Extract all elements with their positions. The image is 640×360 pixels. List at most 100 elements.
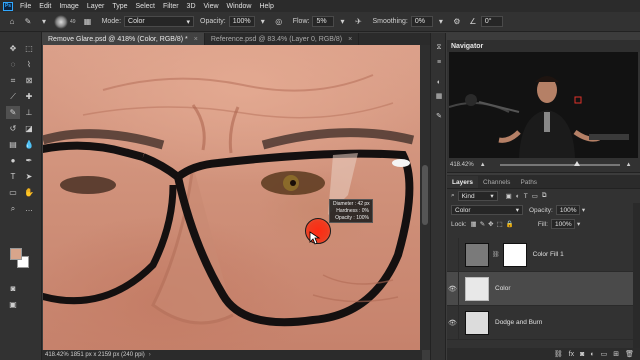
hand-tool-icon[interactable]: ✋ — [22, 186, 36, 199]
layer-style-icon[interactable]: fx — [569, 351, 574, 358]
kind-filter-dropdown[interactable]: Kind ▾ — [457, 191, 498, 201]
visibility-hidden-icon[interactable] — [447, 237, 459, 272]
zoom-out-icon[interactable]: ▲ — [480, 162, 486, 168]
history-brush-tool-icon[interactable]: ↺ — [6, 122, 20, 135]
chevron-down-icon[interactable]: ▾ — [38, 16, 50, 28]
foreground-color-swatch[interactable] — [10, 248, 22, 260]
home-icon[interactable]: ⌂ — [6, 16, 18, 28]
zoom-slider[interactable] — [499, 161, 620, 166]
layer-opacity-field[interactable]: 100% — [555, 205, 580, 215]
layer-row[interactable]: 👁 Dodge and Burn — [447, 305, 633, 340]
fill-field[interactable]: 100% — [550, 219, 575, 229]
navigator-zoom-value[interactable]: 418.42% — [450, 162, 474, 168]
quick-mask-icon[interactable]: ◙ — [6, 282, 20, 295]
airbrush-icon[interactable]: ✈ — [352, 16, 364, 28]
tab-reference[interactable]: Reference.psd @ 83.4% (Layer 0, RGB/8) × — [204, 33, 360, 45]
navigator-title[interactable]: Navigator — [447, 40, 640, 52]
menu-window[interactable]: Window — [223, 3, 256, 10]
menu-layer[interactable]: Layer — [83, 3, 109, 10]
properties-icon[interactable]: ≡ — [434, 57, 444, 67]
eyedropper-tool-icon[interactable]: ⟋ — [6, 90, 20, 103]
screen-mode-icon[interactable]: ▣ — [6, 298, 20, 311]
crop-tool-icon[interactable]: ⌗ — [6, 74, 20, 87]
lock-pixels-icon[interactable]: ✎ — [480, 220, 485, 228]
frame-tool-icon[interactable]: ⊠ — [22, 74, 36, 87]
type-tool-icon[interactable]: T — [6, 170, 20, 183]
lock-artboard-icon[interactable]: ⬚ — [497, 220, 503, 228]
lock-transparency-icon[interactable]: ▦ — [471, 220, 477, 228]
blur-tool-icon[interactable]: 💧 — [22, 138, 36, 151]
chevron-down-icon[interactable]: ▾ — [257, 16, 269, 28]
pressure-opacity-icon[interactable]: ◎ — [273, 16, 285, 28]
close-icon[interactable]: × — [194, 36, 198, 43]
artboard-tool-icon[interactable]: ⬚ — [22, 42, 36, 55]
pen-tool-icon[interactable]: ✒ — [22, 154, 36, 167]
chevron-down-icon[interactable]: ▾ — [435, 16, 447, 28]
menu-select[interactable]: Select — [132, 3, 159, 10]
filter-smart-object-icon[interactable]: ⧉ — [542, 192, 547, 200]
mode-dropdown[interactable]: Color ▾ — [124, 16, 195, 27]
dodge-tool-icon[interactable]: ● — [6, 154, 20, 167]
filter-adjustment-icon[interactable]: ◐ — [516, 193, 520, 200]
menu-filter[interactable]: Filter — [159, 3, 183, 10]
menu-3d[interactable]: 3D — [183, 3, 200, 10]
layer-row[interactable]: ⛓ Color Fill 1 — [447, 237, 633, 272]
layer-name[interactable]: Dodge and Burn — [495, 319, 542, 326]
menu-image[interactable]: Image — [55, 3, 82, 10]
lock-position-icon[interactable]: ✥ — [488, 220, 493, 228]
add-mask-icon[interactable]: ◙ — [580, 351, 584, 358]
filter-shape-icon[interactable]: ▭ — [532, 192, 538, 200]
brush-preset-picker[interactable] — [54, 14, 68, 29]
swatches-icon[interactable]: ▦ — [434, 91, 444, 101]
navigator-preview[interactable] — [449, 52, 638, 158]
eye-icon[interactable]: 👁 — [447, 305, 459, 340]
scroll-thumb[interactable] — [422, 165, 428, 225]
menu-help[interactable]: Help — [255, 3, 277, 10]
menu-view[interactable]: View — [200, 3, 223, 10]
angle-field[interactable]: 0° — [480, 16, 503, 27]
photoshop-logo[interactable]: Ps — [3, 1, 13, 11]
filter-type-icon[interactable]: T — [524, 193, 528, 200]
chevron-down-icon[interactable]: ▾ — [336, 16, 348, 28]
brush-tool-icon[interactable]: ✎ — [22, 16, 34, 28]
layer-name[interactable]: Color — [495, 285, 511, 292]
canvas-vertical-scrollbar[interactable] — [420, 45, 430, 350]
chevron-down-icon[interactable]: ▾ — [582, 206, 585, 214]
zoom-in-icon[interactable]: ▲ — [626, 162, 632, 168]
new-layer-icon[interactable]: ⊞ — [613, 350, 619, 358]
more-tools-icon[interactable]: … — [22, 202, 36, 215]
brush-tool-icon[interactable]: ✎ — [6, 106, 20, 119]
menu-type[interactable]: Type — [108, 3, 131, 10]
eye-icon[interactable]: 👁 — [447, 271, 459, 306]
gradient-tool-icon[interactable]: ▤ — [6, 138, 20, 151]
layer-row-selected[interactable]: 👁 Color — [447, 271, 633, 306]
clone-stamp-tool-icon[interactable]: ⊥ — [22, 106, 36, 119]
rectangle-tool-icon[interactable]: ▭ — [6, 186, 20, 199]
filter-pixel-icon[interactable]: ▣ — [506, 192, 512, 200]
tab-paths[interactable]: Paths — [515, 176, 542, 188]
brushes-icon[interactable]: ✎ — [434, 111, 444, 121]
smoothing-field[interactable]: 0% — [410, 16, 433, 27]
zoom-slider-knob[interactable] — [573, 161, 580, 166]
layers-scrollbar[interactable] — [633, 203, 640, 348]
move-tool-icon[interactable]: ✥ — [6, 42, 20, 55]
blend-mode-dropdown[interactable]: Color ▾ — [451, 205, 523, 215]
new-group-icon[interactable]: ▭ — [601, 350, 608, 358]
mask-thumbnail[interactable] — [502, 242, 527, 267]
path-select-tool-icon[interactable]: ➤ — [22, 170, 36, 183]
zoom-tool-icon[interactable]: ⌕ — [6, 202, 20, 215]
chevron-down-icon[interactable]: ▾ — [577, 220, 580, 228]
opacity-field[interactable]: 100% — [228, 16, 255, 27]
smoothing-settings-icon[interactable]: ⚙ — [451, 16, 463, 28]
layer-name[interactable]: Color Fill 1 — [533, 251, 564, 258]
delete-layer-icon[interactable]: 🗑 — [625, 350, 634, 358]
link-icon[interactable]: ⛓ — [492, 251, 500, 258]
menu-file[interactable]: File — [16, 3, 35, 10]
tab-channels[interactable]: Channels — [478, 176, 515, 188]
quick-select-tool-icon[interactable]: ⌇ — [22, 58, 36, 71]
chevron-right-icon[interactable]: › — [149, 352, 151, 358]
brush-settings-icon[interactable]: ▦ — [82, 16, 94, 28]
lock-all-icon[interactable]: 🔒 — [506, 220, 514, 228]
tab-layers[interactable]: Layers — [447, 176, 478, 188]
adjustments-icon[interactable]: ◐ — [434, 77, 444, 87]
